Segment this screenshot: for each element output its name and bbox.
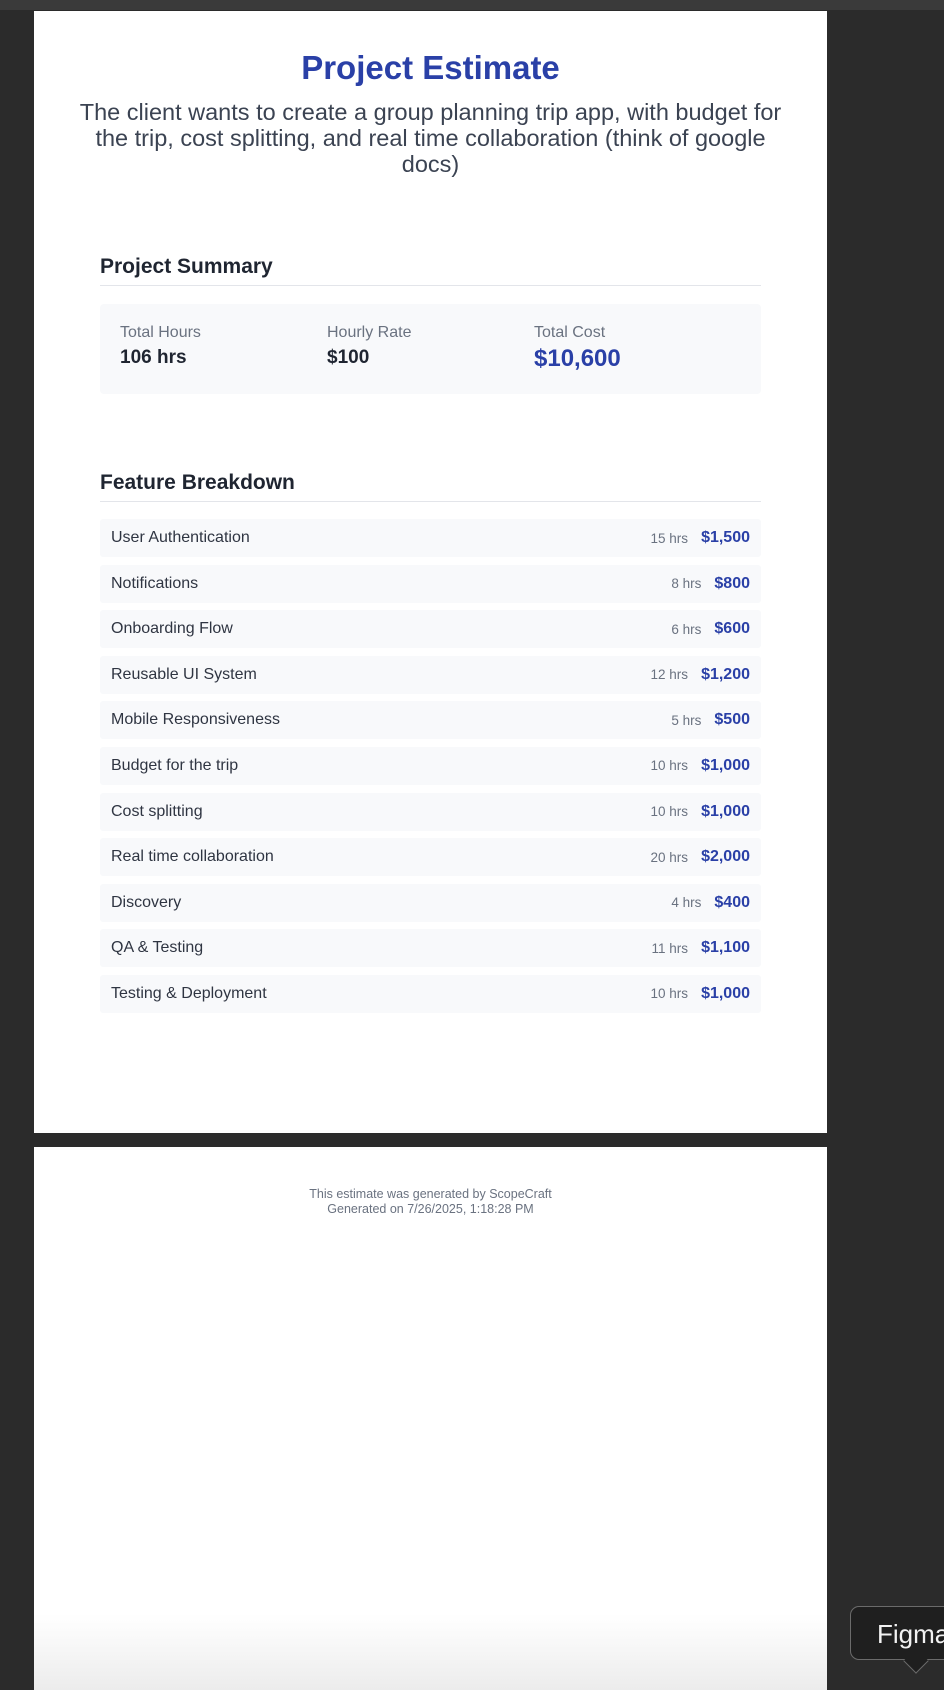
feature-cost: $500 xyxy=(714,711,750,729)
generated-by-text: This estimate was generated by ScopeCraf… xyxy=(309,1187,552,1201)
feature-name: Real time collaboration xyxy=(111,848,274,866)
total-cost-block: Total Cost $10,600 xyxy=(534,324,621,373)
pdf-page-1: Project Estimate The client wants to cre… xyxy=(34,11,827,1133)
hourly-rate-label: Hourly Rate xyxy=(327,324,412,341)
feature-name: Cost splitting xyxy=(111,802,203,820)
figma-tooltip-label: Figma xyxy=(877,1619,944,1649)
feature-breakdown-heading: Feature Breakdown xyxy=(100,471,761,502)
feature-hours: 10 hrs xyxy=(650,804,689,820)
total-hours-block: Total Hours 106 hrs xyxy=(120,324,201,369)
feature-cost: $400 xyxy=(714,893,750,911)
page-title: Project Estimate xyxy=(301,49,560,86)
feature-row: Real time collaboration 20 hrs $2,000 xyxy=(100,838,761,877)
hourly-rate-block: Hourly Rate $100 xyxy=(327,324,411,369)
pdf-page-2: This estimate was generated by ScopeCraf… xyxy=(34,1147,827,1690)
feature-row: Notifications 8 hrs $800 xyxy=(100,564,761,603)
feature-hours: 4 hrs xyxy=(671,895,702,911)
project-description: The client wants to create a group plann… xyxy=(79,99,782,177)
total-hours-value: 106 hrs xyxy=(120,347,187,368)
feature-row: Onboarding Flow 6 hrs $600 xyxy=(100,610,761,649)
feature-row: Reusable UI System 12 hrs $1,200 xyxy=(100,655,761,694)
feature-row: QA & Testing 11 hrs $1,100 xyxy=(100,929,761,968)
feature-cost: $1,200 xyxy=(701,665,750,683)
total-hours-label: Total Hours xyxy=(120,324,201,341)
feature-hours: 5 hrs xyxy=(671,712,702,728)
feature-row: Budget for the trip 10 hrs $1,000 xyxy=(100,746,761,785)
feature-row: User Authentication 15 hrs $1,500 xyxy=(100,519,761,557)
feature-cost: $1,000 xyxy=(701,802,750,820)
feature-cost: $1,100 xyxy=(701,939,750,957)
feature-cost: $1,500 xyxy=(701,529,750,546)
summary-box: Total Hours 106 hrs Hourly Rate $100 Tot… xyxy=(100,304,761,394)
feature-name: Reusable UI System xyxy=(111,665,257,683)
feature-row: Discovery 4 hrs $400 xyxy=(100,883,761,922)
feature-cost: $1,000 xyxy=(701,984,750,1002)
feature-hours: 12 hrs xyxy=(650,667,689,683)
feature-hours: 15 hrs xyxy=(650,530,689,546)
feature-hours: 10 hrs xyxy=(650,986,689,1002)
generated-on-text: Generated on 7/26/2025, 1:18:28 PM xyxy=(327,1202,534,1216)
feature-cost: $2,000 xyxy=(701,848,750,866)
feature-name: Budget for the trip xyxy=(111,756,239,774)
feature-hours: 8 hrs xyxy=(671,576,702,592)
feature-row: Cost splitting 10 hrs $1,000 xyxy=(100,792,761,831)
hourly-rate-value: $100 xyxy=(327,347,370,368)
feature-hours: 11 hrs xyxy=(651,940,689,956)
feature-name: Discovery xyxy=(111,893,182,911)
feature-name: Testing & Deployment xyxy=(111,984,267,1002)
total-cost-value: $10,600 xyxy=(534,345,621,372)
feature-name: QA & Testing xyxy=(111,939,204,957)
feature-cost: $1,000 xyxy=(701,756,750,774)
feature-name: Mobile Responsiveness xyxy=(111,711,280,729)
figma-tooltip[interactable]: Figma xyxy=(850,1606,944,1660)
feature-list: User Authentication 15 hrs $1,500 Notifi… xyxy=(100,519,761,1021)
feature-name: Notifications xyxy=(111,574,199,592)
feature-row: Testing & Deployment 10 hrs $1,000 xyxy=(100,974,761,1013)
footer: This estimate was generated by ScopeCraf… xyxy=(34,1187,827,1217)
project-summary-heading: Project Summary xyxy=(100,255,761,286)
feature-hours: 6 hrs xyxy=(671,621,702,637)
feature-hours: 10 hrs xyxy=(650,758,689,774)
feature-name: User Authentication xyxy=(111,529,250,546)
total-cost-label: Total Cost xyxy=(534,324,606,341)
feature-cost: $800 xyxy=(714,574,750,592)
viewer-top-bar xyxy=(0,0,944,10)
feature-hours: 20 hrs xyxy=(650,849,689,865)
feature-row: Mobile Responsiveness 5 hrs $500 xyxy=(100,701,761,740)
feature-cost: $600 xyxy=(714,620,750,638)
feature-name: Onboarding Flow xyxy=(111,620,233,638)
